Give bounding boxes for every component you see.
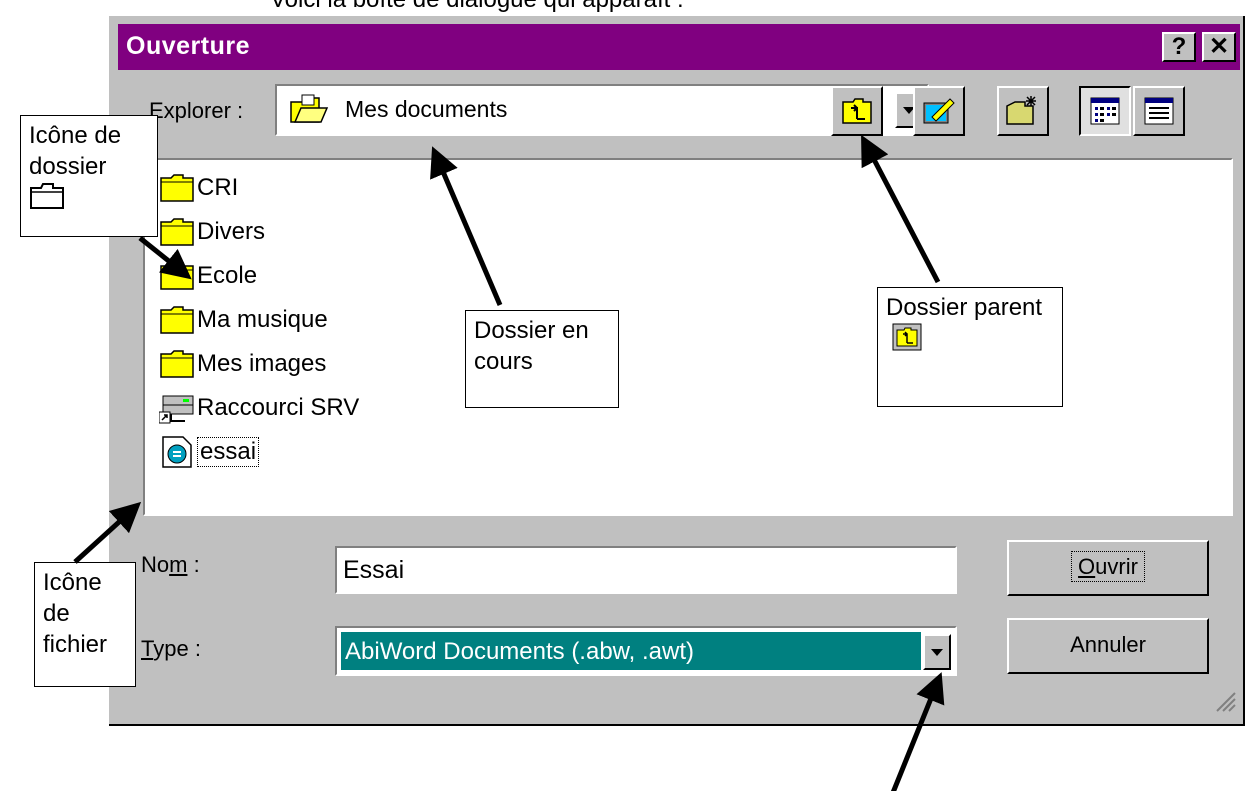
name-field[interactable]: Essai [335,546,957,594]
file-name: Ma musique [197,306,328,333]
list-view-icon [1090,97,1120,130]
file-name: essai [197,437,260,467]
network-shortcut-icon [158,392,195,424]
list-item[interactable]: Ecole [159,256,257,296]
help-button[interactable]: ? [1162,32,1196,62]
close-button[interactable]: ✕ [1202,32,1236,62]
list-item[interactable]: Raccourci SRV [158,388,360,428]
file-name: Mes images [197,350,327,377]
details-view-icon [1144,97,1174,130]
type-selection-highlight: AbiWord Documents (.abw, .awt) [341,632,921,670]
current-folder-callout: Dossier en cours [465,310,619,408]
desktop-icon [922,95,956,132]
new-folder-button[interactable] [997,86,1049,136]
folder-icon-callout-text: Icône de dossier [29,122,122,180]
list-view-button[interactable] [1079,86,1131,136]
open-button[interactable]: Ouvrir [1007,540,1209,596]
empty-folder-icon [29,182,65,218]
type-dropdown-button[interactable] [923,634,951,670]
list-item[interactable]: Mes images [159,344,326,384]
folder-icon [159,216,195,248]
parent-folder-callout-text: Dossier parent [886,294,1043,321]
file-name: Ecole [197,262,258,289]
name-label: Nom : [141,552,200,577]
dialog-title: Ouverture [126,32,250,60]
title-bar: Ouverture ? ✕ [118,24,1240,70]
cancel-button[interactable]: Annuler [1007,618,1209,674]
explore-label: Explorer : [149,98,244,123]
folder-icon [159,304,195,336]
file-icon-callout: Icône de fichier [34,562,136,687]
open-folder-icon [289,92,329,131]
details-view-button[interactable] [1133,86,1185,136]
open-button-label: Ouvrir [1071,551,1145,582]
abiword-file-icon [159,436,195,468]
folder-icon-callout: Icône de dossier [20,115,158,237]
type-select[interactable]: AbiWord Documents (.abw, .awt) [335,626,957,676]
list-item[interactable]: CRI [159,168,238,208]
file-name: CRI [197,174,239,201]
list-item[interactable]: Divers [159,212,265,252]
file-list[interactable]: CRI Divers Ecole Ma musique Mes images R… [143,158,1233,516]
desktop-button[interactable] [913,86,965,136]
resize-grip-icon [1213,689,1237,718]
parent-folder-icon [841,96,873,131]
folder-icon [159,172,195,204]
type-value: AbiWord Documents (.abw, .awt) [345,638,695,665]
list-item[interactable]: essai [159,432,260,472]
new-folder-icon [1005,94,1041,131]
open-dialog: Ouverture ? ✕ Explorer : Mes documents C… [109,16,1245,726]
current-folder-text: Mes documents [345,96,508,122]
type-label: Type : [141,636,201,661]
parent-folder-small-icon [892,323,922,359]
top-caption: Voici la boîte de dialogue qui apparaît … [270,0,684,14]
parent-folder-button[interactable] [831,86,883,136]
folder-icon [159,348,195,380]
list-item[interactable]: Ma musique [159,300,328,340]
file-name: Divers [197,218,266,245]
name-field-value: Essai [343,556,405,584]
parent-folder-callout: Dossier parent [877,287,1063,407]
file-name: Raccourci SRV [197,394,360,421]
folder-icon [159,260,195,292]
